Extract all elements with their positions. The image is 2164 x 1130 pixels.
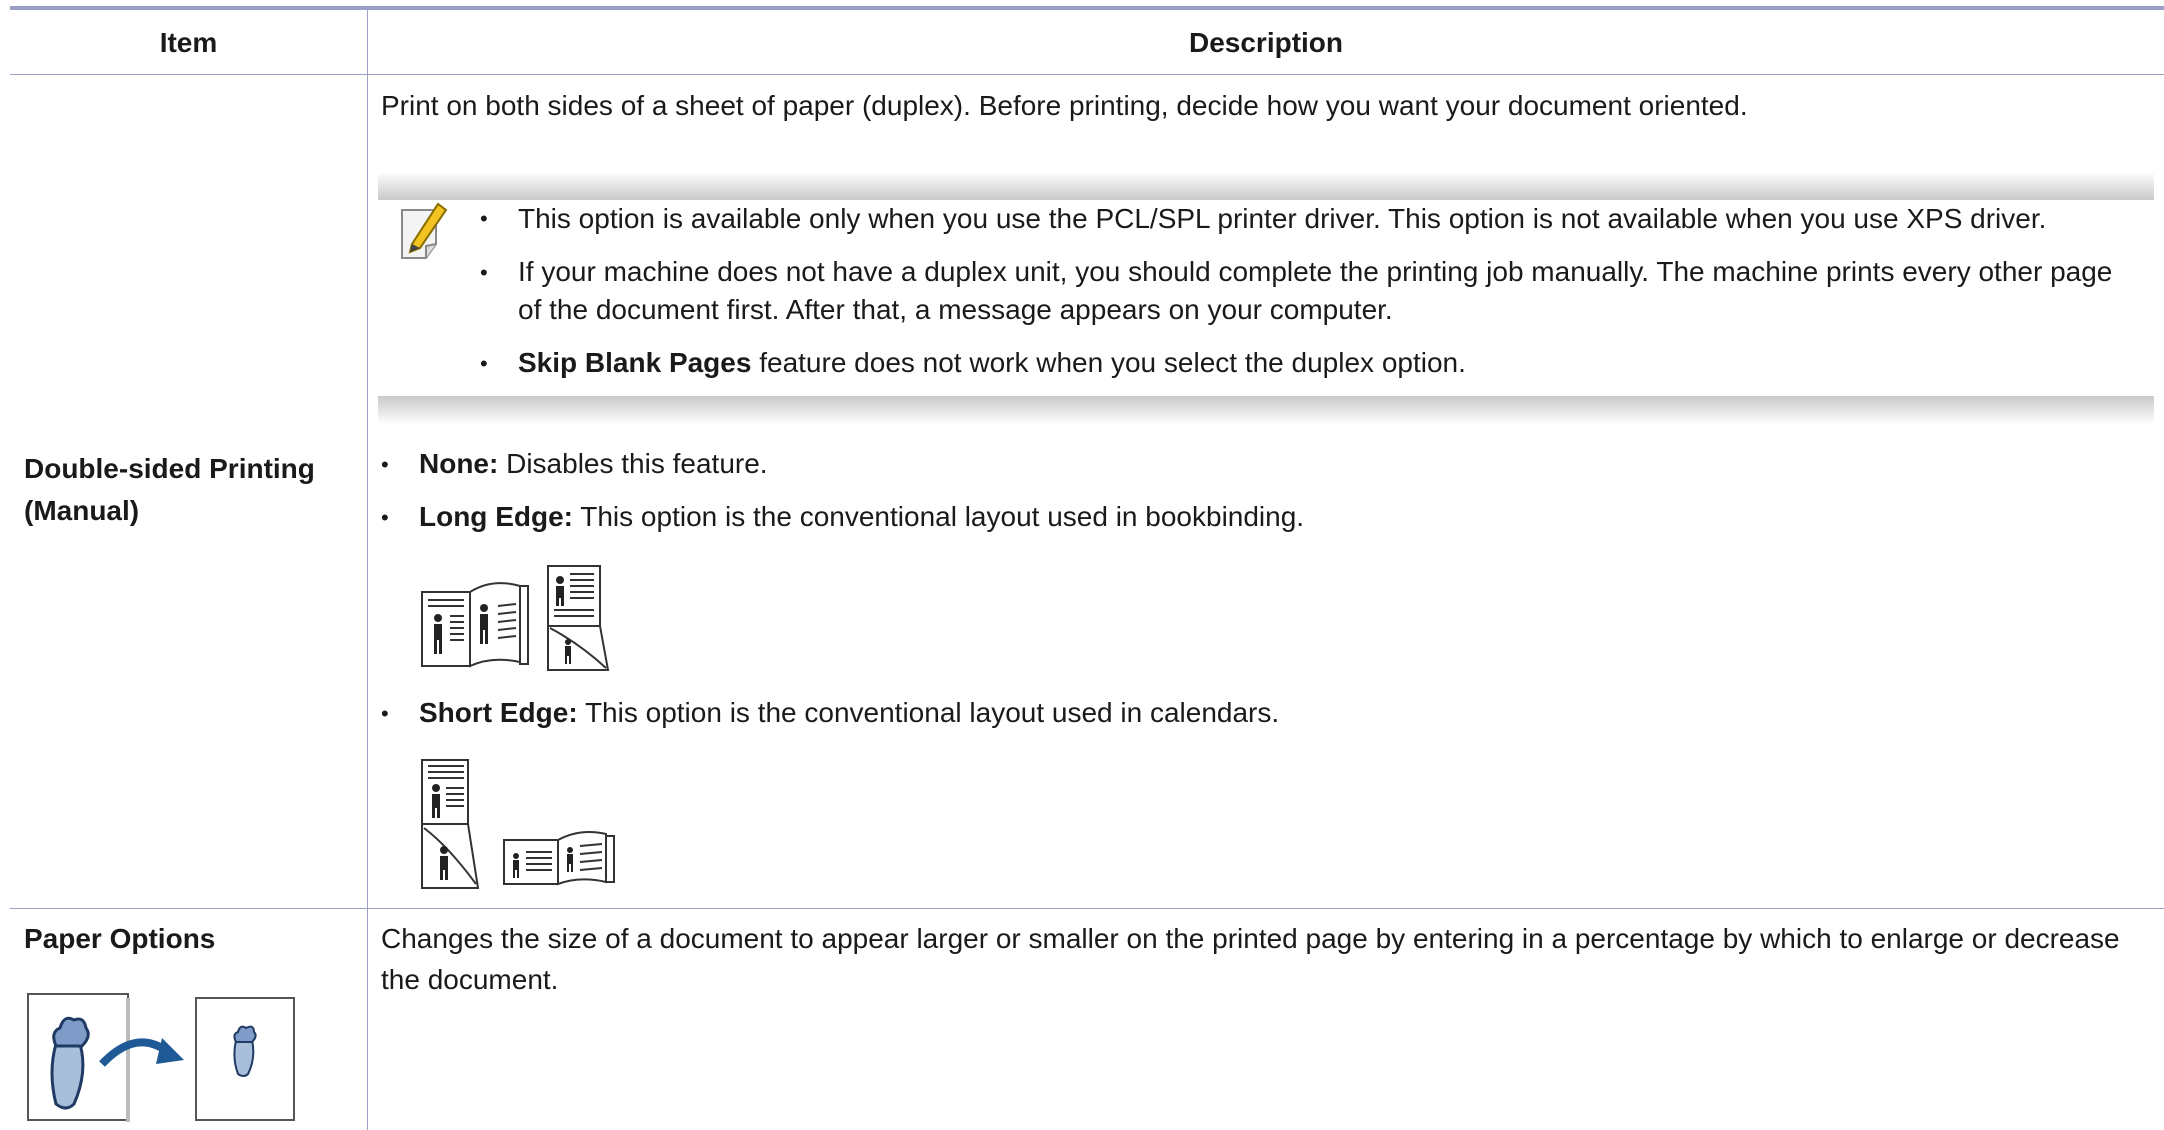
option-term: Short Edge: (419, 697, 578, 728)
note-bar-top (378, 172, 2154, 200)
bullet: • (480, 351, 488, 376)
bullet: • (381, 452, 389, 477)
intro-text: Print on both sides of a sheet of paper … (381, 90, 1748, 121)
scaling-illustration (27, 993, 295, 1122)
item-label-double-sided: Double-sided Printing (Manual) (24, 448, 315, 532)
row-divider (10, 908, 2164, 909)
table-top-rule (10, 6, 2164, 10)
note-3-rest: feature does not work when you select th… (751, 347, 1466, 378)
header-item: Item (159, 27, 218, 58)
short-edge-illustration (421, 759, 615, 889)
bullet: • (480, 260, 488, 285)
item-label-paper-options: Paper Options (24, 923, 216, 954)
item-label-line: Double-sided Printing (24, 453, 315, 484)
note-2: If your machine does not have a duplex u… (518, 256, 2113, 287)
long-edge-illustration (421, 565, 610, 671)
option-desc: This option is the conventional layout u… (572, 501, 1305, 532)
note-bar-bottom (378, 396, 2154, 424)
note-pencil-icon (401, 202, 448, 259)
option-long-edge: Long Edge: This option is the convention… (419, 498, 1304, 536)
paper-options-desc-line1: Changes the size of a document to appear… (381, 923, 2120, 954)
option-none: None: Disables this feature. (419, 445, 768, 483)
note-1: This option is available only when you u… (518, 203, 2047, 234)
column-divider (367, 10, 368, 1130)
paper-options-desc-line2: the document. (381, 964, 559, 995)
bullet: • (381, 505, 389, 530)
header-divider (10, 74, 2164, 75)
header-description: Description (1188, 27, 1344, 58)
bullet: • (480, 206, 488, 231)
option-desc: This option is the conventional layout u… (577, 697, 1280, 728)
option-desc: Disables this feature. (498, 448, 768, 479)
option-term: None: (419, 448, 499, 479)
note-3: Skip Blank Pages feature does not work w… (518, 344, 1466, 382)
note-3-bold: Skip Blank Pages (518, 347, 752, 378)
item-label-line: (Manual) (24, 495, 140, 526)
note-2-cont: of the document first. After that, a mes… (518, 294, 1393, 325)
bullet: • (381, 701, 389, 726)
option-term: Long Edge: (419, 501, 573, 532)
option-short-edge: Short Edge: This option is the conventio… (419, 694, 1279, 732)
